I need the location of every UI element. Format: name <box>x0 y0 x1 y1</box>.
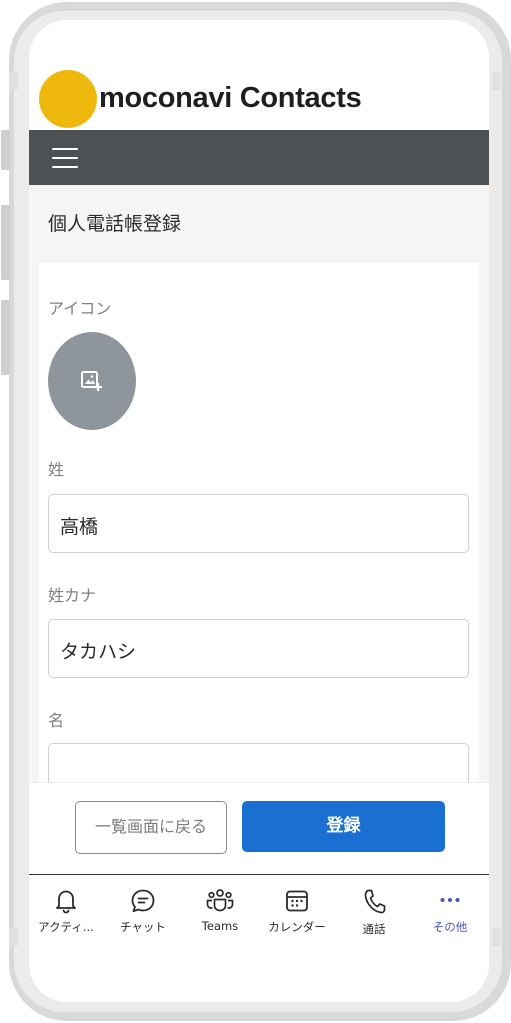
first-name-input[interactable] <box>48 743 469 782</box>
teams-icon <box>206 889 234 912</box>
top-navbar <box>29 130 489 185</box>
volume-down-button <box>1 300 10 375</box>
antenna-band <box>9 72 18 90</box>
chat-icon <box>131 889 155 913</box>
antenna-band <box>492 928 501 946</box>
last-name-kana-input[interactable]: タカハシ <box>48 619 469 678</box>
form-action-bar: 一覧画面に戻る 登録 <box>29 782 489 874</box>
calendar-icon <box>286 890 308 912</box>
bell-icon <box>56 890 76 914</box>
more-icon <box>440 898 460 902</box>
contact-form: アイコン 姓 高橋 姓カナ タカハシ 名 <box>39 263 479 782</box>
avatar-upload-button[interactable] <box>48 332 136 430</box>
first-name-label: 名 <box>48 711 65 730</box>
tab-label: その他 <box>432 920 468 934</box>
phone-screen: moconavi Contacts 個人電話帳登録 アイコン 姓 高橋 姓カナ <box>29 20 489 1002</box>
tab-label: 通話 <box>362 922 386 936</box>
register-button[interactable]: 登録 <box>242 801 445 852</box>
tab-label: カレンダー <box>268 920 326 934</box>
icon-field-label: アイコン <box>48 299 112 318</box>
app-title: moconavi Contacts <box>99 82 362 114</box>
back-to-list-button[interactable]: 一覧画面に戻る <box>75 801 227 854</box>
phone-icon <box>364 889 386 914</box>
hamburger-menu-icon[interactable] <box>52 145 78 171</box>
page-title: 個人電話帳登録 <box>48 213 182 235</box>
last-name-label: 姓 <box>48 460 65 479</box>
bottom-tab-bar: アクティ... チャット Teams カレンダー 通話 その他 <box>29 874 489 1002</box>
app-header: moconavi Contacts <box>29 20 489 130</box>
tab-activity[interactable]: アクティ... <box>31 887 101 947</box>
last-name-input[interactable]: 高橋 <box>48 494 469 553</box>
main-content[interactable]: 個人電話帳登録 アイコン 姓 高橋 姓カナ タカハシ 名 <box>29 185 489 782</box>
tab-calendar[interactable]: カレンダー <box>262 887 332 947</box>
tab-label: アクティ... <box>38 920 94 934</box>
tab-teams[interactable]: Teams <box>185 887 255 947</box>
add-image-icon <box>81 371 102 391</box>
tab-label: チャット <box>120 920 166 934</box>
tab-label: Teams <box>201 919 239 933</box>
app-logo <box>39 70 97 128</box>
mute-switch <box>1 130 10 170</box>
volume-up-button <box>1 205 10 280</box>
antenna-band <box>9 928 18 946</box>
tab-calls[interactable]: 通話 <box>339 887 409 947</box>
last-name-kana-label: 姓カナ <box>48 586 97 605</box>
tab-chat[interactable]: チャット <box>108 887 178 947</box>
tab-more[interactable]: その他 <box>415 887 485 947</box>
antenna-band <box>492 72 501 90</box>
